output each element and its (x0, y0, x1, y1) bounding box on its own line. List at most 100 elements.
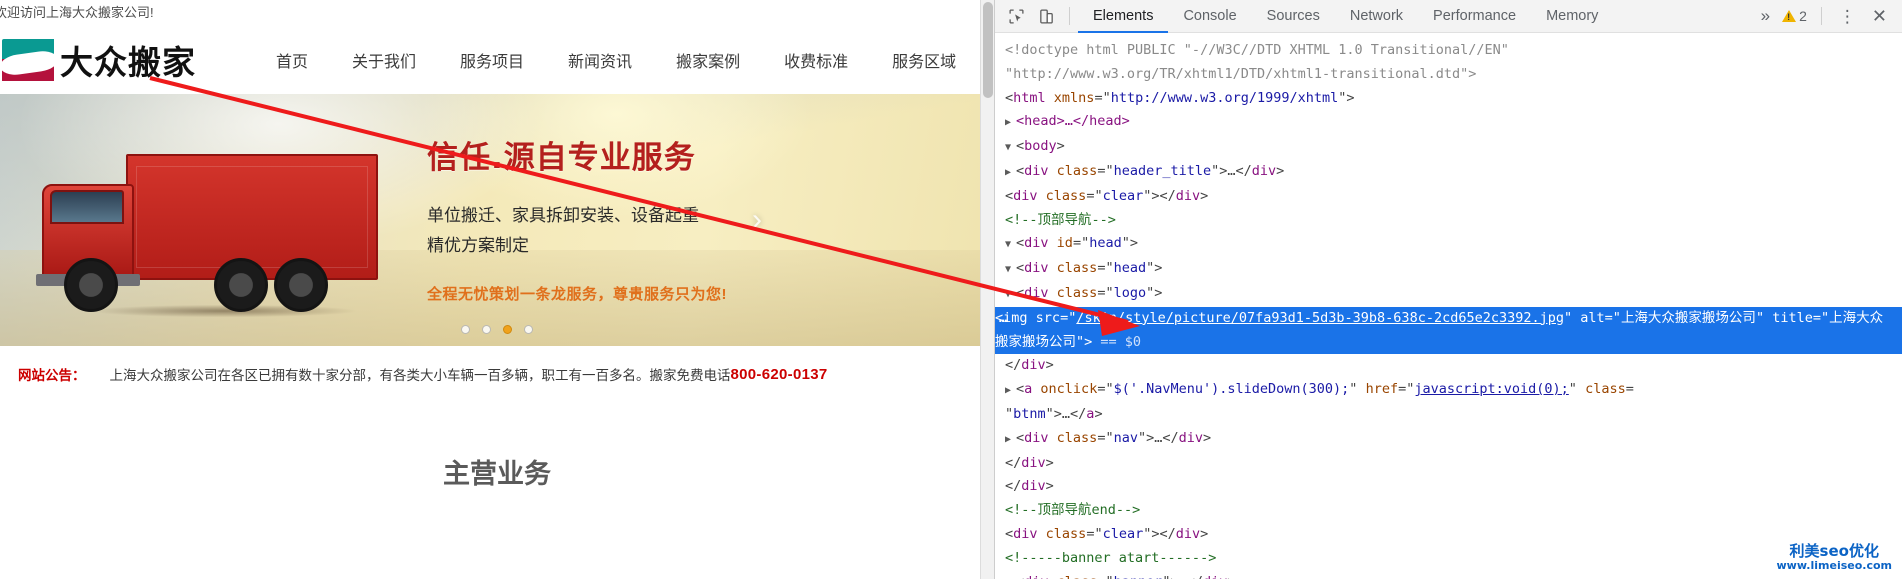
page-scrollbar[interactable] (980, 0, 994, 579)
selected-row-ellipsis: … (999, 309, 1009, 326)
nav-item-pricing[interactable]: 收费标准 (762, 48, 870, 72)
warning-indicator[interactable]: 2 (1778, 8, 1811, 24)
watermark: 利美seo优化 www.limeiseo.com (1776, 542, 1892, 573)
head-id-value: head (1089, 235, 1122, 252)
toolbar-divider (1069, 7, 1070, 25)
truck-illustration-icon (34, 130, 434, 320)
dom-line-doctype-2: "http://www.w3.org/TR/xhtml1/DTD/xhtml1-… (1005, 65, 1477, 82)
header-title-class: header_title (1113, 162, 1212, 179)
collapse-triangle-icon[interactable]: ▼ (1005, 233, 1014, 257)
dom-line-anchor-btnm[interactable]: ▶ <a onclick="$('.NavMenu').slideDown(300… (1005, 378, 1902, 427)
banner-dot-2[interactable] (482, 325, 491, 334)
site-logo[interactable]: 大众搬家 (0, 36, 196, 84)
dom-line-div-head[interactable]: ▼ <div id="head"> (1005, 232, 1902, 257)
dom-line-div-nav[interactable]: ▶ <div class="nav">…</div> (1005, 427, 1902, 452)
welcome-bar: 欢迎访问上海大众搬家公司! (0, 0, 994, 26)
dom-line-body[interactable]: ▼<<body>body> (1005, 135, 1902, 160)
banner-highlight: 全程无忧策划一条龙服务，尊贵服务只为您! (427, 286, 727, 303)
dom-line-div-head-class[interactable]: ▼ <div class="head"> (1005, 257, 1902, 282)
nav-item-home[interactable]: 首页 (254, 48, 330, 72)
expand-triangle-icon[interactable]: ▶ (1005, 428, 1014, 452)
dom-line-close-div-logo: </div> (1005, 357, 1054, 374)
announcement-text: 上海大众搬家公司在各区已拥有数十家分部，有各类大小车辆一百多辆，职工有一百多名。… (109, 368, 731, 383)
tab-memory[interactable]: Memory (1531, 0, 1613, 33)
main-navigation: 首页 关于我们 服务项目 新闻资讯 搬家案例 收费标准 服务区域 (254, 48, 978, 72)
dom-line-comment-nav-end: <!--顶部导航end--> (1005, 502, 1141, 519)
nav-item-cases[interactable]: 搬家案例 (654, 48, 762, 72)
tab-console[interactable]: Console (1168, 0, 1251, 33)
dom-line-div-logo[interactable]: ▼ <div class="logo"> (1005, 282, 1902, 307)
banner-dot-4[interactable] (524, 325, 533, 334)
selected-node-marker: == $0 (1100, 333, 1142, 350)
dom-line-clear-1[interactable]: <div class="clear"></div> (1005, 185, 1902, 209)
attr-xmlns-name: xmlns (1053, 89, 1095, 106)
hero-banner: 信任.源自专业服务 单位搬迁、家具拆卸安装、设备起重 精优方案制定 全程无忧策划… (0, 94, 994, 346)
dom-line-close-div-head-class: </div> (1005, 454, 1054, 471)
nav-item-about[interactable]: 关于我们 (330, 48, 438, 72)
tab-network[interactable]: Network (1335, 0, 1418, 33)
logo-class-value: logo (1113, 284, 1147, 301)
devtools-tabs: Elements Console Sources Network Perform… (1078, 0, 1613, 33)
watermark-line-1: 利美seo优化 (1789, 542, 1879, 561)
collapse-triangle-icon[interactable]: ▼ (1005, 136, 1014, 160)
expand-triangle-icon[interactable]: ▶ (1005, 161, 1014, 185)
close-icon[interactable]: ✕ (1865, 6, 1894, 27)
expand-triangle-icon[interactable]: ▶ (1005, 379, 1014, 403)
expand-triangle-icon[interactable]: ▶ (1005, 572, 1014, 579)
watermark-line-2: www.limeiseo.com (1776, 559, 1892, 573)
devtools-toolbar-right: » 2 ⋮ ✕ (1755, 6, 1902, 27)
banner-dots (461, 325, 533, 334)
page-scrollbar-thumb[interactable] (983, 2, 993, 98)
clear-class-2: clear (1102, 525, 1144, 542)
head-node-text: <head>…</head> (1016, 113, 1130, 130)
device-toolbar-icon[interactable] (1031, 2, 1061, 30)
site-header: 大众搬家 首页 关于我们 服务项目 新闻资讯 搬家案例 收费标准 服务区域 (0, 26, 994, 94)
expand-triangle-icon[interactable]: ▶ (1005, 111, 1014, 135)
nav-class-value: nav (1113, 429, 1138, 446)
dom-line-header-title[interactable]: ▶ <div class="header_title">…</div> (1005, 160, 1902, 185)
attr-xmlns-value: http://www.w3.org/1999/xhtml (1110, 89, 1339, 106)
devtools-menu-icon[interactable]: ⋮ (1832, 8, 1863, 25)
devtools-toolbar: Elements Console Sources Network Perform… (995, 0, 1902, 33)
img-src-value[interactable]: /skin/style/picture/07fa93d1-5d3b-39b8-6… (1076, 310, 1564, 326)
banner-next-arrow-icon[interactable]: › (752, 203, 762, 237)
tab-performance[interactable]: Performance (1418, 0, 1531, 33)
dom-line-html[interactable]: <html xmlns="http://www.w3.org/1999/xhtm… (1005, 87, 1902, 111)
section-title: 主营业务 (443, 459, 551, 490)
collapse-triangle-icon[interactable]: ▼ (1005, 283, 1014, 307)
announcement-label: 网站公告： (18, 368, 86, 383)
warning-count: 2 (1799, 8, 1807, 24)
inspect-element-icon[interactable] (1001, 2, 1031, 30)
banner-class-value: banner (1114, 574, 1163, 579)
dom-line-clear-2[interactable]: <div class="clear"></div> (1005, 523, 1902, 547)
a-onclick-value: $('.NavMenu').slideDown(300); (1113, 381, 1350, 398)
dom-line-head[interactable]: ▶ <head>…</head> (1005, 110, 1902, 135)
dom-line-comment-banner: <!-----banner atart------> (1005, 549, 1217, 566)
website-pane: 欢迎访问上海大众搬家公司! 大众搬家 首页 关于我们 服务项目 新闻资讯 搬家案… (0, 0, 994, 579)
a-href-value[interactable]: javascript:void(0); (1414, 381, 1568, 397)
dom-line-div-banner[interactable]: ▶<div class="banner">…</div> (1005, 571, 1902, 579)
banner-dot-1[interactable] (461, 325, 470, 334)
nav-item-services[interactable]: 服务项目 (438, 48, 546, 72)
more-tabs-icon[interactable]: » (1755, 6, 1776, 26)
nav-item-news[interactable]: 新闻资讯 (546, 48, 654, 72)
dom-tree[interactable]: <!doctype html PUBLIC "-//W3C//DTD XHTML… (995, 33, 1902, 579)
head-class-value: head (1113, 260, 1147, 277)
banner-copy: 信任.源自专业服务 单位搬迁、家具拆卸安装、设备起重 精优方案制定 全程无忧策划… (427, 132, 847, 304)
tab-sources[interactable]: Sources (1252, 0, 1335, 33)
logo-text: 大众搬家 (60, 43, 196, 82)
dom-line-close-div-head: </div> (1005, 478, 1054, 495)
a-class-value: btnm (1013, 405, 1046, 422)
dom-line-comment-nav-start: <!--顶部导航--> (1005, 211, 1116, 228)
banner-dot-3[interactable] (503, 325, 512, 334)
devtools-pane: Elements Console Sources Network Perform… (994, 0, 1902, 579)
nav-item-area[interactable]: 服务区域 (870, 48, 978, 72)
warning-triangle-icon (1782, 10, 1797, 22)
img-alt-value: 上海大众搬家搬场公司 (1620, 309, 1756, 326)
tab-elements[interactable]: Elements (1078, 0, 1168, 33)
banner-subline-1: 单位搬迁、家具拆卸安装、设备起重 (427, 206, 699, 225)
dom-line-img-selected[interactable]: … <img src="/skin/style/picture/07fa93d1-… (995, 306, 1902, 355)
announcement-bar: 网站公告： 上海大众搬家公司在各区已拥有数十家分部，有各类大小车辆一百多辆，职工… (0, 346, 994, 402)
banner-headline: 信任.源自专业服务 (427, 140, 696, 176)
collapse-triangle-icon[interactable]: ▼ (1005, 258, 1014, 282)
